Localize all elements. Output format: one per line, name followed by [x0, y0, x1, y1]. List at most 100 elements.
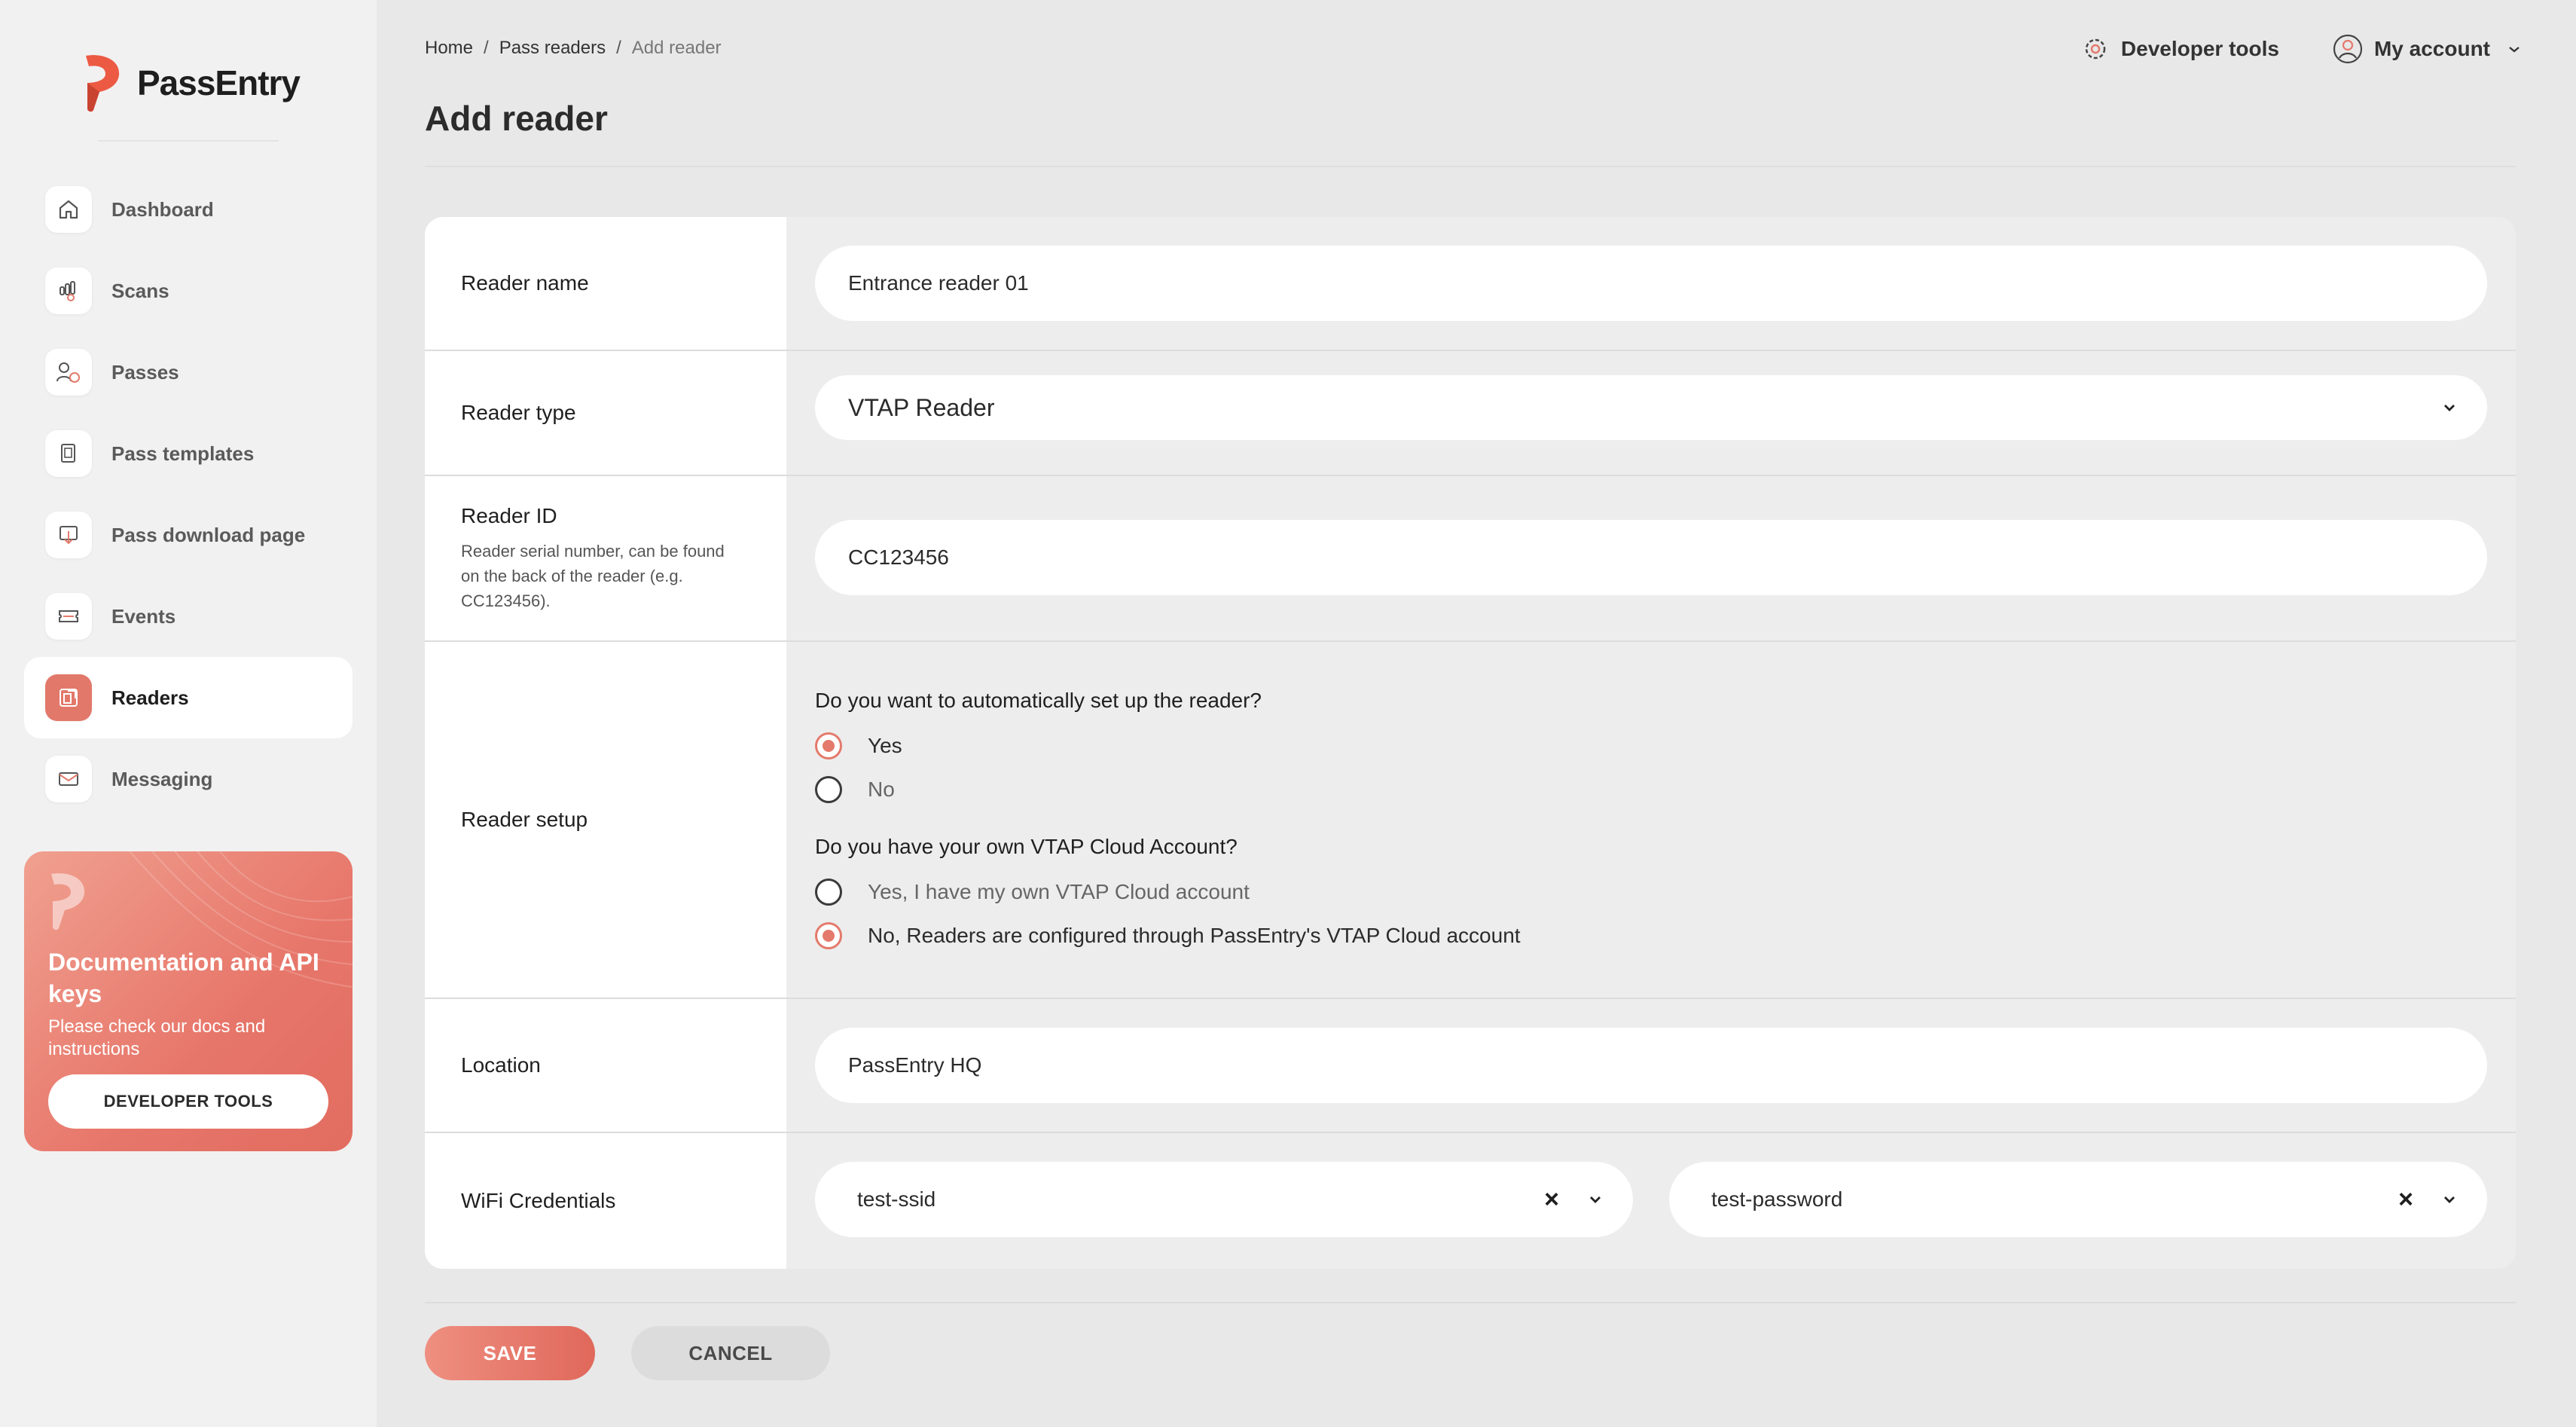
breadcrumb-current: Add reader [631, 38, 722, 58]
chevron-down-icon [2444, 405, 2455, 411]
reader-type-select[interactable]: VTAP Reader [815, 375, 2487, 440]
auto-setup-no-option[interactable]: No [815, 776, 895, 803]
chevron-down-icon[interactable] [1585, 1189, 1606, 1210]
row-location: Location PassEntry HQ [425, 999, 2516, 1133]
scan-hand-icon [45, 267, 92, 314]
breadcrumb-separator: / [484, 38, 489, 58]
sidebar-item-label: Events [111, 604, 176, 628]
radio-label: Yes [868, 734, 902, 757]
row-label: Reader name [425, 217, 786, 350]
header-divider [425, 166, 2516, 167]
row-label: Reader setup [425, 642, 786, 998]
passes-icon [45, 349, 92, 396]
breadcrumb-home[interactable]: Home [425, 38, 473, 58]
row-label: Location [425, 999, 786, 1132]
docs-promo-card: Documentation and API keys Please check … [24, 851, 353, 1151]
clear-icon[interactable]: × [2398, 1185, 2413, 1215]
breadcrumb-pass-readers[interactable]: Pass readers [499, 38, 606, 58]
wifi-credentials-label: WiFi Credentials [461, 1189, 616, 1212]
mail-icon [45, 756, 92, 802]
radio-selected[interactable] [815, 732, 842, 759]
sidebar-item-label: Pass templates [111, 442, 255, 465]
promo-text: Please check our docs and instructions [48, 1016, 266, 1059]
auto-setup-question: Do you want to automatically set up the … [815, 689, 1262, 712]
own-vtap-account-option[interactable]: Yes, I have my own VTAP Cloud account [815, 879, 1250, 906]
top-actions: Developer tools My account [2080, 33, 2523, 65]
sidebar-item-label: Dashboard [111, 197, 214, 221]
add-reader-form: Reader name Entrance reader 01 Reader ty… [425, 217, 2516, 1269]
location-input[interactable]: PassEntry HQ [815, 1028, 2487, 1103]
page-title: Add reader [425, 99, 608, 138]
sidebar-item-label: Messaging [111, 767, 213, 790]
reader-setup-label: Reader setup [461, 808, 588, 831]
ticket-icon [45, 593, 92, 640]
wifi-ssid-select[interactable]: test-ssid × [815, 1162, 1633, 1237]
passentry-logo-icon [51, 873, 85, 930]
vtap-account-question: Do you have your own VTAP Cloud Account? [815, 835, 1238, 858]
reader-id-hint: Reader serial number, can be found on th… [461, 541, 725, 610]
templates-icon [45, 430, 92, 477]
chevron-down-icon [2509, 47, 2520, 53]
sidebar-item-pass-download-page[interactable]: Pass download page [24, 494, 353, 576]
radio-unselected[interactable] [815, 776, 842, 803]
auto-setup-yes-option[interactable]: Yes [815, 732, 902, 759]
logo-text: PassEntry [137, 63, 301, 102]
row-reader-type: Reader type VTAP Reader [425, 351, 2516, 476]
sidebar-item-dashboard[interactable]: Dashboard [24, 169, 353, 250]
row-reader-id: Reader ID Reader serial number, can be f… [425, 476, 2516, 642]
sidebar-item-scans[interactable]: Scans [24, 250, 353, 332]
sidebar-item-pass-templates[interactable]: Pass templates [24, 413, 353, 494]
sidebar-item-label: Pass download page [111, 523, 306, 546]
developer-tools-button[interactable]: DEVELOPER TOOLS [48, 1074, 328, 1129]
row-label: WiFi Credentials [425, 1133, 786, 1269]
location-label: Location [461, 1053, 541, 1077]
sidebar-item-passes[interactable]: Passes [24, 332, 353, 413]
developer-tools-link[interactable]: Developer tools [2080, 34, 2279, 64]
sidebar-item-events[interactable]: Events [24, 576, 353, 657]
row-reader-setup: Reader setup Do you want to automaticall… [425, 642, 2516, 999]
gear-icon [2085, 38, 2106, 60]
logo-divider [98, 140, 279, 142]
passentry-vtap-account-option[interactable]: No, Readers are configured through PassE… [815, 922, 1521, 949]
reader-name-label: Reader name [461, 271, 589, 295]
row-wifi-credentials: WiFi Credentials test-ssid × test-passwo… [425, 1133, 2516, 1269]
row-reader-name: Reader name Entrance reader 01 [425, 217, 2516, 351]
sidebar-item-messaging[interactable]: Messaging [24, 738, 353, 820]
sidebar-item-label: Scans [111, 279, 169, 302]
my-account-menu[interactable]: My account [2332, 33, 2523, 65]
sidebar-nav: Dashboard Scans Passes Pass templates Pa… [24, 169, 353, 820]
promo-title: Documentation and API keys [48, 949, 319, 1007]
sidebar-item-readers[interactable]: Readers [24, 657, 353, 738]
radio-label: No, Readers are configured through PassE… [868, 924, 1521, 947]
radio-label: No [868, 778, 895, 801]
reader-name-input[interactable]: Entrance reader 01 [815, 246, 2487, 321]
logo[interactable]: PassEntry [81, 53, 301, 113]
sidebar-item-label: Passes [111, 360, 179, 383]
select-controls: × [1544, 1185, 1606, 1215]
passentry-logo-icon [86, 55, 120, 112]
footer-divider [425, 1302, 2516, 1303]
sidebar: PassEntry Dashboard Scans Passes Pass te… [0, 0, 377, 1427]
row-label: Reader ID Reader serial number, can be f… [425, 476, 786, 640]
save-button[interactable]: SAVE [425, 1326, 595, 1380]
clear-icon[interactable]: × [1544, 1185, 1559, 1215]
reader-id-input[interactable]: CC123456 [815, 520, 2487, 595]
breadcrumb-separator: / [616, 38, 621, 58]
breadcrumb: Home / Pass readers / Add reader [425, 38, 722, 59]
reader-type-value: VTAP Reader [848, 393, 995, 421]
sidebar-item-label: Readers [111, 686, 189, 709]
radio-selected[interactable] [815, 922, 842, 949]
my-account-label: My account [2373, 37, 2490, 60]
reader-icon [45, 674, 92, 721]
wifi-password-value: test-password [1711, 1187, 1843, 1211]
reader-id-label: Reader ID [461, 503, 557, 527]
reader-type-label: Reader type [461, 401, 576, 424]
radio-unselected[interactable] [815, 879, 842, 906]
user-avatar-icon [2333, 34, 2363, 64]
chevron-down-icon[interactable] [2439, 1189, 2460, 1210]
wifi-password-select[interactable]: test-password × [1669, 1162, 2487, 1237]
wifi-ssid-value: test-ssid [857, 1187, 936, 1211]
home-icon [45, 186, 92, 233]
select-controls: × [2398, 1185, 2460, 1215]
cancel-button[interactable]: CANCEL [631, 1326, 830, 1380]
